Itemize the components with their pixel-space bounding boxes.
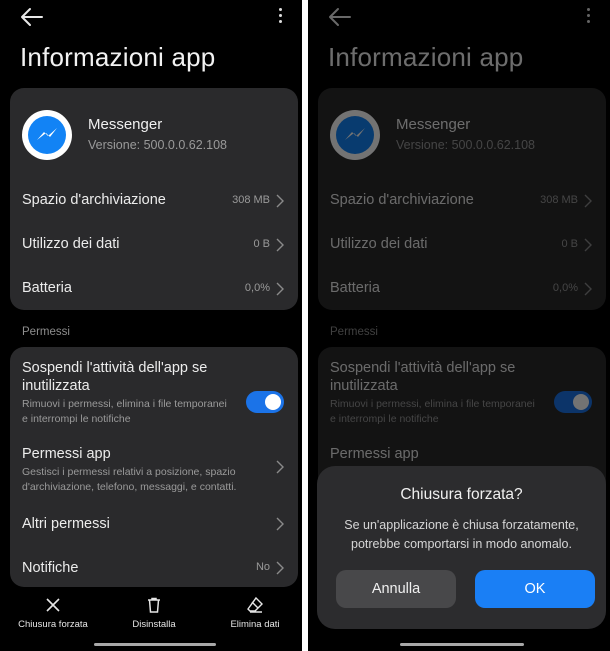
app-permissions-row[interactable]: Permessi app Gestisci i permessi relativ…	[22, 445, 284, 495]
messenger-icon	[22, 110, 72, 160]
storage-label: Spazio d'archiviazione	[330, 192, 474, 208]
chevron-right-icon	[276, 282, 284, 296]
home-indicator[interactable]	[94, 643, 216, 646]
app-version: Versione: 500.0.0.62.108	[88, 138, 228, 152]
chevron-right-icon	[276, 238, 284, 252]
app-header: Messenger Versione: 500.0.0.62.108	[330, 104, 596, 164]
battery-label: Batteria	[22, 280, 72, 296]
uninstall-label: Disinstalla	[132, 619, 176, 630]
chevron-right-icon	[276, 460, 284, 474]
pause-app-toggle[interactable]	[554, 391, 592, 413]
dialog-title: Chiusura forzata?	[400, 486, 523, 503]
pause-app-row[interactable]: Sospendi l'attività dell'app se inutiliz…	[22, 359, 284, 427]
pause-app-row[interactable]: Sospendi l'attività dell'app se inutiliz…	[330, 359, 592, 427]
more-options-icon[interactable]	[584, 8, 592, 26]
storage-value: 308 MB	[540, 194, 578, 206]
permissions-card: Sospendi l'attività dell'app se inutiliz…	[10, 347, 298, 587]
notifications-label: Notifiche	[22, 560, 79, 576]
battery-value: 0,0%	[552, 282, 578, 294]
pause-app-label: Sospendi l'attività dell'app se inutiliz…	[22, 360, 208, 394]
data-usage-row[interactable]: Utilizzo dei dati 0 B	[22, 224, 284, 264]
top-bar	[0, 0, 302, 34]
section-label-permissions: Permessi	[22, 326, 70, 338]
app-permissions-label: Permessi app	[22, 446, 111, 462]
app-permissions-label: Permessi app	[330, 446, 419, 462]
page-title: Informazioni app	[328, 42, 524, 72]
force-stop-button[interactable]: Chiusura forzata	[8, 596, 98, 630]
notifications-row[interactable]: Notifiche No	[22, 559, 284, 579]
force-stop-label: Chiusura forzata	[18, 619, 88, 630]
pause-app-toggle[interactable]	[246, 391, 284, 413]
app-info-card: Messenger Versione: 500.0.0.62.108 Spazi…	[10, 88, 298, 310]
storage-label: Spazio d'archiviazione	[22, 192, 166, 208]
ok-button[interactable]: OK	[475, 570, 595, 608]
notifications-value: No	[255, 561, 270, 573]
section-label-permissions: Permessi	[330, 326, 378, 338]
bottom-action-bar: Chiusura forzata Disinstalla Elimina dat…	[0, 590, 302, 630]
pause-app-description: Rimuovi i permessi, elimina i file tempo…	[330, 398, 535, 425]
app-info-card: Messenger Versione: 500.0.0.62.108 Spazi…	[318, 88, 606, 310]
app-name: Messenger	[396, 116, 471, 133]
data-usage-label: Utilizzo dei dati	[22, 236, 120, 252]
app-header: Messenger Versione: 500.0.0.62.108	[22, 104, 288, 164]
messenger-icon	[330, 110, 380, 160]
chevron-right-icon	[276, 194, 284, 208]
cancel-button[interactable]: Annulla	[336, 570, 456, 608]
battery-label: Batteria	[330, 280, 380, 296]
chevron-right-icon	[276, 517, 284, 531]
pause-app-label: Sospendi l'attività dell'app se inutiliz…	[330, 360, 516, 394]
force-stop-dialog: Chiusura forzata? Se un'applicazione è c…	[317, 466, 606, 629]
pause-app-description: Rimuovi i permessi, elimina i file tempo…	[22, 398, 227, 425]
app-info-screen: Informazioni app Messenger Versione: 500…	[0, 0, 302, 651]
back-arrow-icon[interactable]	[20, 6, 44, 28]
back-arrow-icon[interactable]	[328, 6, 352, 28]
clear-data-button[interactable]: Elimina dati	[210, 596, 300, 630]
storage-row[interactable]: Spazio d'archiviazione 308 MB	[330, 180, 592, 220]
home-indicator[interactable]	[400, 643, 524, 646]
other-permissions-row[interactable]: Altri permessi	[22, 515, 284, 535]
trash-icon	[148, 597, 160, 613]
eraser-icon	[247, 596, 263, 613]
chevron-right-icon	[584, 194, 592, 208]
uninstall-button[interactable]: Disinstalla	[109, 596, 199, 630]
data-usage-row[interactable]: Utilizzo dei dati 0 B	[330, 224, 592, 264]
app-info-screen-with-dialog: Informazioni app Messenger Versione: 500…	[308, 0, 610, 651]
other-permissions-label: Altri permessi	[22, 516, 110, 532]
dialog-message: Se un'applicazione è chiusa forzatamente…	[344, 518, 579, 551]
chevron-right-icon	[276, 561, 284, 575]
page-title: Informazioni app	[20, 42, 216, 72]
data-usage-label: Utilizzo dei dati	[330, 236, 428, 252]
app-permissions-description: Gestisci i permessi relativi a posizione…	[22, 466, 237, 493]
data-usage-value: 0 B	[561, 238, 578, 250]
close-icon	[46, 598, 60, 612]
app-name: Messenger	[88, 116, 163, 133]
more-options-icon[interactable]	[276, 8, 284, 26]
storage-row[interactable]: Spazio d'archiviazione 308 MB	[22, 180, 284, 220]
top-bar	[308, 0, 610, 34]
clear-data-label: Elimina dati	[230, 619, 280, 630]
storage-value: 308 MB	[232, 194, 270, 206]
chevron-right-icon	[584, 238, 592, 252]
battery-row[interactable]: Batteria 0,0%	[330, 268, 592, 308]
app-version: Versione: 500.0.0.62.108	[396, 138, 536, 152]
data-usage-value: 0 B	[253, 238, 270, 250]
battery-row[interactable]: Batteria 0,0%	[22, 268, 284, 308]
battery-value: 0,0%	[244, 282, 270, 294]
chevron-right-icon	[584, 282, 592, 296]
